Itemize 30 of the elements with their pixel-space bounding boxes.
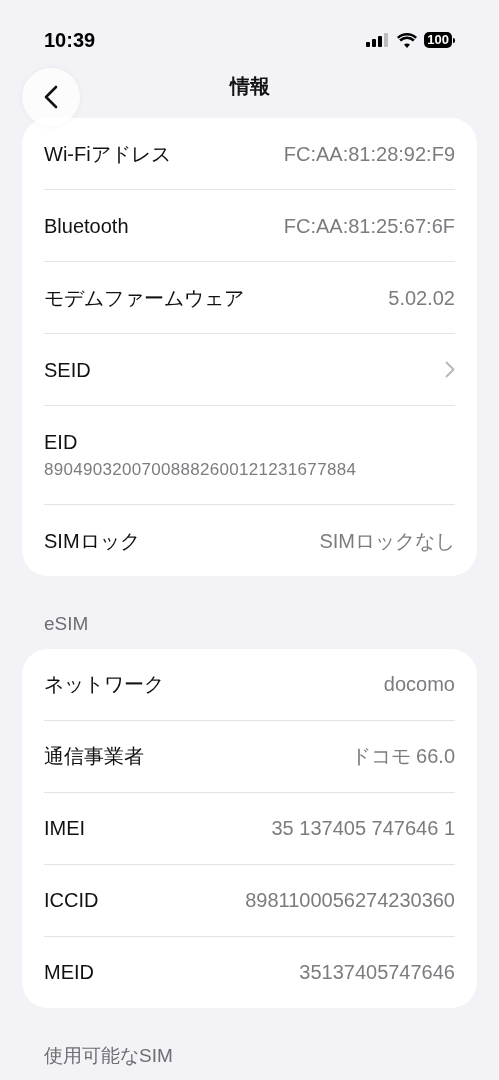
row-value: 5.02.02	[388, 285, 455, 311]
row-value: 35137405747646	[299, 960, 455, 985]
row-value: SIMロックなし	[319, 528, 455, 554]
row-value: docomo	[383, 672, 455, 697]
row-label: SIMロック	[44, 528, 140, 554]
back-icon	[44, 85, 58, 109]
row-label: MEID	[44, 960, 94, 985]
row-value: ドコモ 66.0	[350, 744, 455, 769]
chevron-right-icon[interactable]	[445, 361, 455, 378]
row-label: モデムファームウェア	[44, 285, 244, 311]
row-label: Wi-Fiアドレス	[44, 141, 171, 167]
section-header: eSIM	[43, 612, 90, 636]
row-value: 89049032007008882600121231677884	[44, 458, 358, 481]
wifi-icon	[397, 32, 418, 48]
row-label: ネットワーク	[44, 672, 164, 697]
status-time: 10:39	[44, 28, 96, 53]
row-label: 通信事業者	[44, 744, 144, 769]
row-label: EID	[44, 429, 79, 455]
section-header: 使用可能なSIM	[43, 1043, 174, 1068]
row-value: 8981100056274230360	[245, 888, 455, 913]
row-value: 35 137405 747646 1	[271, 816, 455, 841]
row-label: IMEI	[44, 816, 86, 841]
nav-title: 情報	[229, 74, 270, 99]
row-label: Bluetooth	[44, 213, 129, 239]
row-label: ICCID	[44, 888, 99, 913]
row-value: FC:AA:81:28:92:F9	[283, 141, 455, 167]
row-value: FC:AA:81:25:67:6F	[283, 213, 455, 239]
row-label: SEID	[44, 357, 91, 383]
signal-icon	[366, 33, 391, 47]
battery-indicator: 100	[424, 32, 452, 48]
